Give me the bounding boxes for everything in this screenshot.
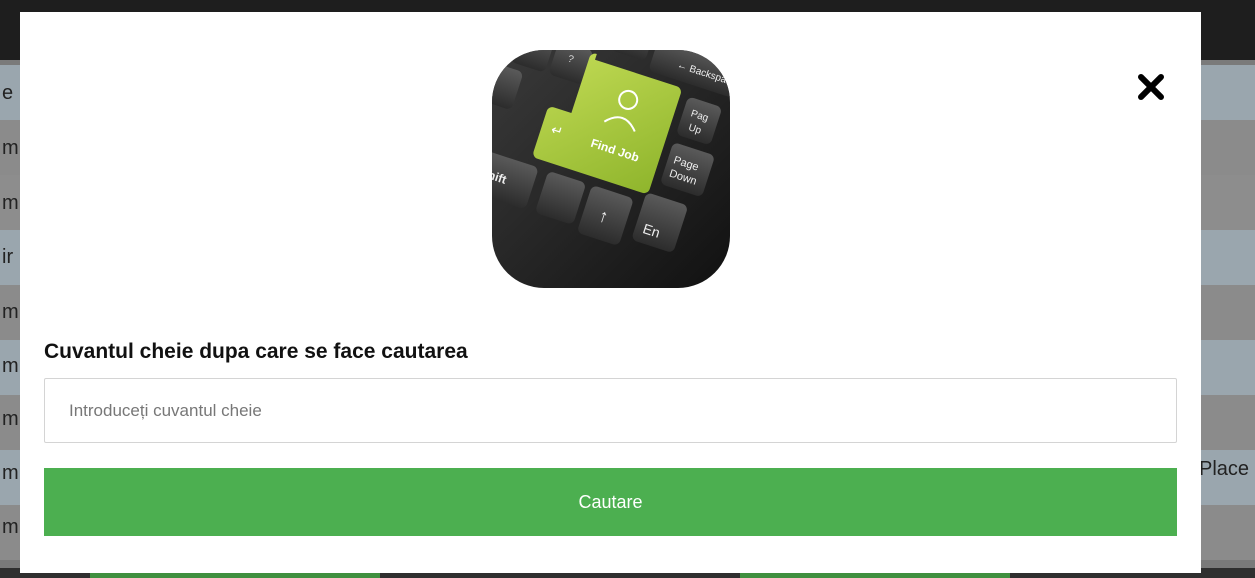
keyword-label: Cuvantul cheie dupa care se face cautare… [44, 340, 468, 363]
search-modal: ← Backspace ? Find Job ↵ Pag Up Page Dow… [20, 12, 1201, 573]
background-row-text: m [2, 516, 19, 538]
background-row-text: ir [2, 246, 14, 268]
close-icon [1138, 74, 1164, 100]
background-row-text: m [2, 137, 19, 159]
search-button[interactable]: Cautare [44, 468, 1177, 536]
background-row-text: m [2, 192, 19, 214]
keyword-input[interactable] [44, 378, 1177, 443]
background-row-text: m [2, 301, 19, 323]
background-row-text: m [2, 462, 19, 484]
background-row-text: m [2, 408, 19, 430]
background-place-text: Place [1199, 458, 1250, 480]
background-row-text: m [2, 355, 19, 377]
background-row-text: e [2, 82, 14, 104]
find-job-keyboard-image: ← Backspace ? Find Job ↵ Pag Up Page Dow… [492, 50, 730, 288]
close-button[interactable] [1131, 67, 1171, 107]
